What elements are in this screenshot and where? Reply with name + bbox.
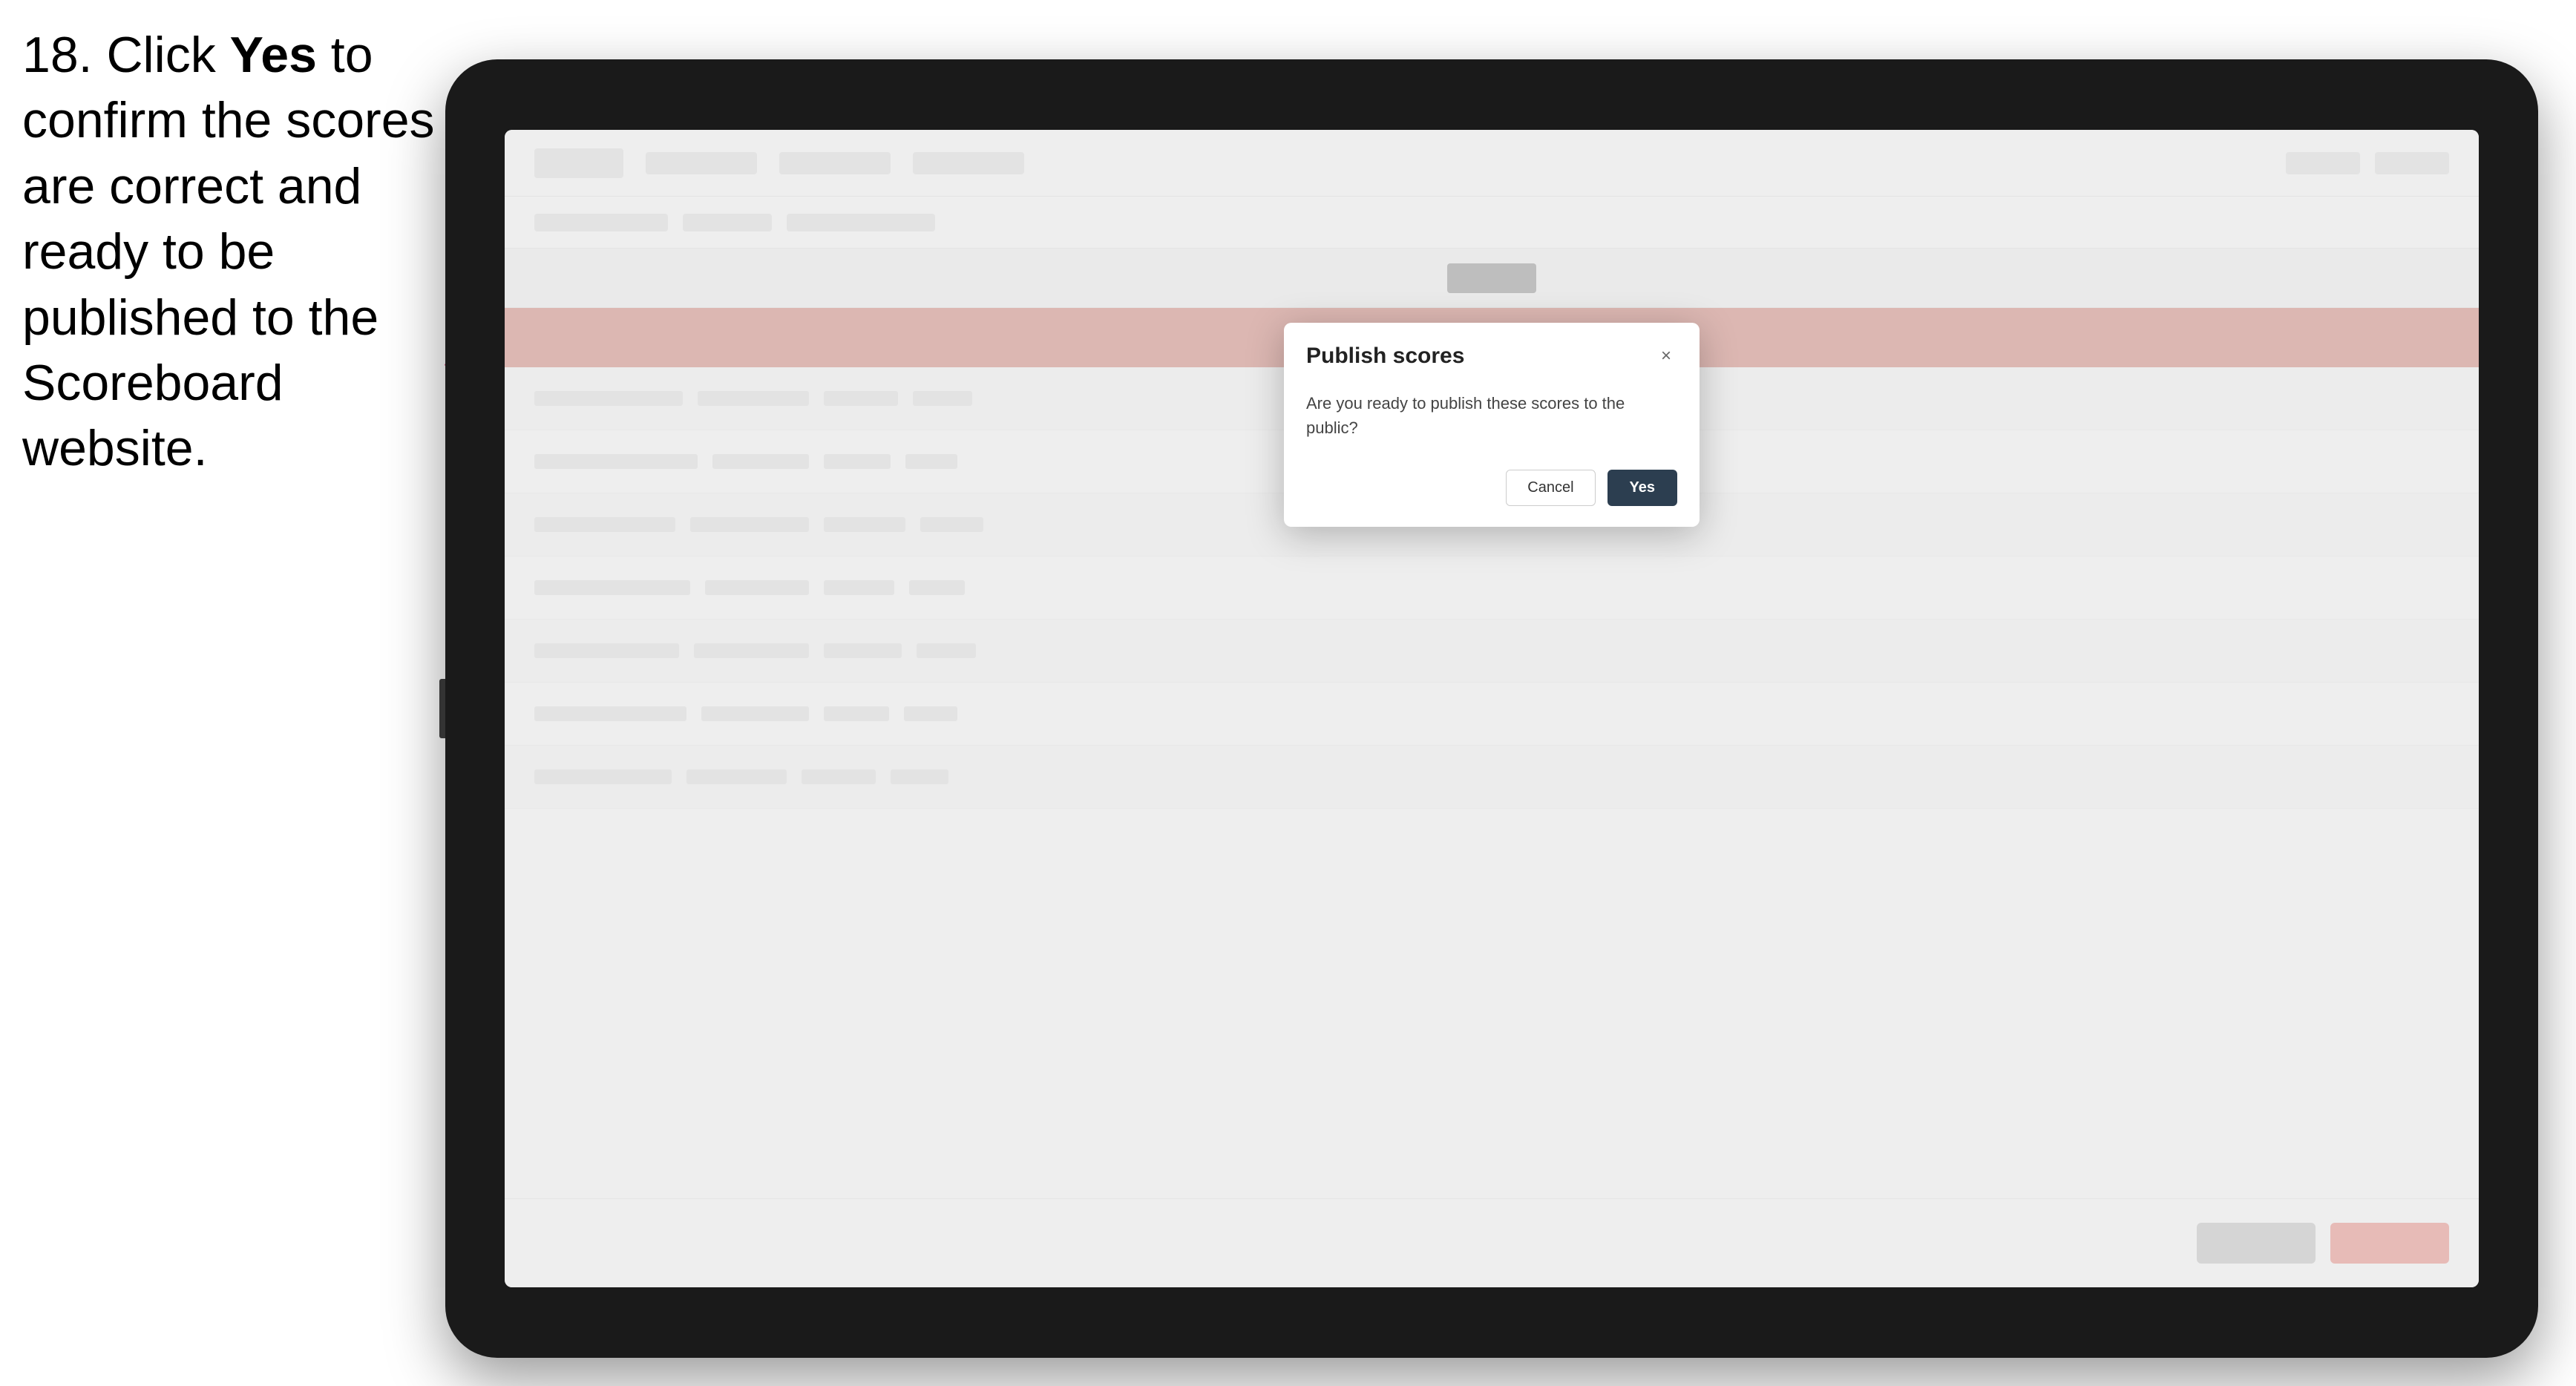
dialog-header: Publish scores ×: [1284, 323, 1700, 384]
dialog-body: Are you ready to publish these scores to…: [1284, 384, 1700, 462]
cancel-button[interactable]: Cancel: [1506, 470, 1595, 506]
dialog-title: Publish scores: [1306, 344, 1464, 369]
publish-scores-dialog: Publish scores × Are you ready to publis…: [1284, 323, 1700, 527]
dialog-message: Are you ready to publish these scores to…: [1306, 391, 1677, 440]
dialog-close-button[interactable]: ×: [1655, 345, 1677, 367]
dialog-footer: Cancel Yes: [1284, 462, 1700, 527]
tablet-device: Publish scores × Are you ready to publis…: [445, 59, 2538, 1358]
tablet-side-button: [439, 679, 445, 738]
bold-yes: Yes: [230, 27, 317, 83]
step-number: 18.: [22, 27, 93, 83]
instruction-text-after: to confirm the scores are correct and re…: [22, 27, 435, 476]
modal-overlay: Publish scores × Are you ready to publis…: [505, 130, 2479, 1287]
instruction-text: 18. Click Yes to confirm the scores are …: [22, 22, 453, 482]
tablet-screen: Publish scores × Are you ready to publis…: [505, 130, 2479, 1287]
yes-button[interactable]: Yes: [1607, 470, 1677, 506]
instruction-text-before: Click: [106, 27, 229, 83]
